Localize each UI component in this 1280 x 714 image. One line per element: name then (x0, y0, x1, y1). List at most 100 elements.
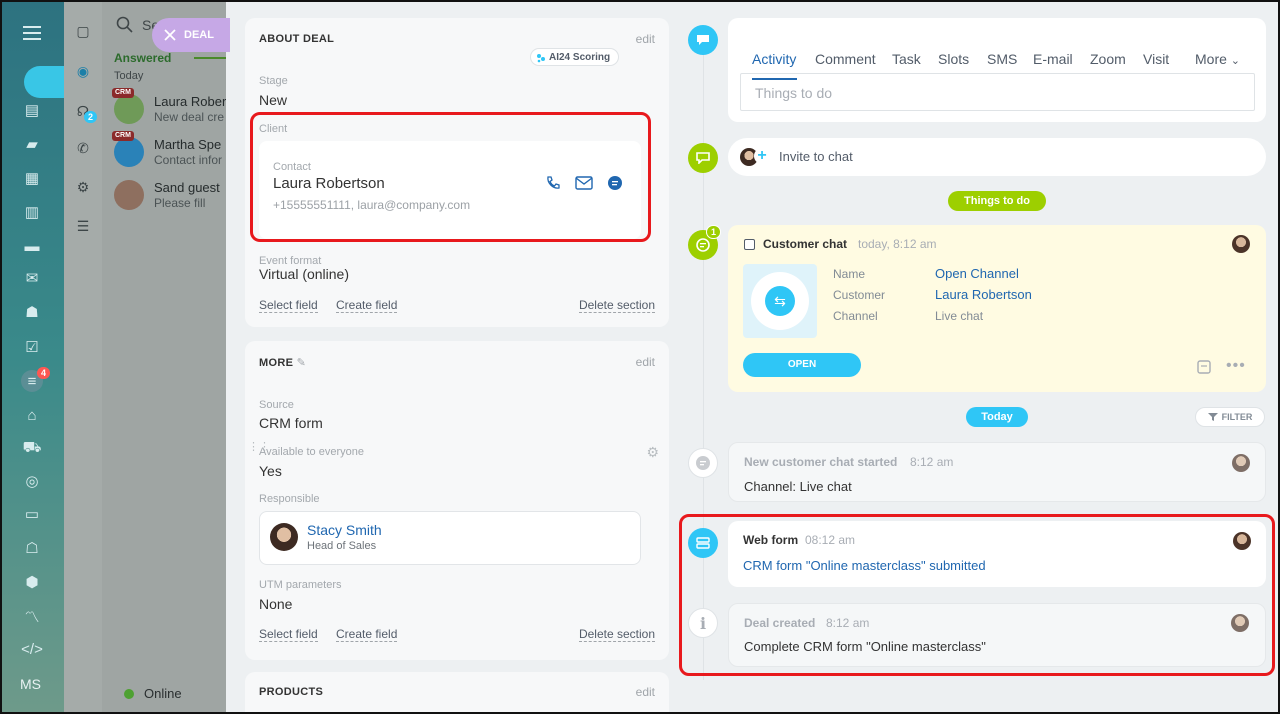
stage-value[interactable]: New (259, 92, 287, 108)
avatar (114, 180, 144, 210)
input-placeholder: Things to do (755, 85, 833, 101)
tab-task[interactable]: Task (892, 51, 921, 67)
customer-link[interactable]: Laura Robertson (935, 287, 1032, 302)
create-field-link[interactable]: Create field (336, 627, 398, 642)
tab-more-label: More (1195, 51, 1227, 67)
chat-started-event: New customer chat started 8:12 am Channe… (728, 442, 1266, 502)
more-section: MORE ✎ edit Source CRM form ⋮⋮ Available… (245, 341, 669, 660)
tab-email[interactable]: E-mail (1033, 51, 1073, 67)
feed-icon[interactable]: ▤ (21, 99, 43, 121)
tab-more[interactable]: More ⌄ (1195, 51, 1240, 67)
developer-icon[interactable]: </> (21, 638, 43, 660)
document-icon[interactable]: ▥ (21, 201, 43, 223)
avatar (114, 94, 144, 124)
chat-list-item[interactable]: CRM Martha Spe Contact infor (112, 131, 226, 175)
event-title: New customer chat started (744, 455, 898, 469)
delete-section-link[interactable]: Delete section (578, 627, 655, 642)
responsible-role: Head of Sales (307, 540, 377, 552)
chevron-down-icon: ⌄ (1230, 55, 1241, 67)
responsible-card[interactable]: Stacy Smith Head of Sales (259, 511, 641, 565)
products-section: PRODUCTS edit (245, 672, 669, 714)
pencil-icon[interactable]: ✎ (297, 357, 307, 369)
utm-value[interactable]: None (259, 596, 292, 612)
status-selector[interactable]: Online (124, 686, 182, 701)
field-label: UTM parameters (259, 579, 342, 591)
robot-icon[interactable]: ☖ (21, 537, 43, 559)
plus-icon: + (754, 148, 770, 164)
active-nav-indicator[interactable] (24, 66, 64, 98)
calendar-icon[interactable]: ▦ (21, 167, 43, 189)
crm-tag: CRM (112, 131, 134, 141)
user-initials[interactable]: MS (20, 676, 41, 692)
tab-comment[interactable]: Comment (815, 51, 876, 67)
edit-link[interactable]: edit (636, 355, 655, 369)
notifications-badge: 2 (84, 111, 98, 123)
crm-tag: CRM (112, 88, 134, 98)
settings-gear-icon[interactable]: ⚙ (74, 178, 92, 196)
responsible-name[interactable]: Stacy Smith (307, 522, 382, 538)
tab-visit[interactable]: Visit (1143, 51, 1169, 67)
more-options-icon[interactable]: ••• (1226, 357, 1246, 375)
open-lines-icon[interactable]: ◉ (74, 62, 92, 80)
search-icon[interactable] (116, 16, 134, 34)
select-field-link[interactable]: Select field (259, 298, 318, 313)
chat-name: Laura Rober (154, 94, 226, 109)
today-label: Today (114, 70, 144, 82)
customer-chat-card: Customer chat today, 8:12 am ⇆ Name Open… (728, 225, 1266, 392)
chat-name: Martha Spe (154, 137, 222, 152)
phone-icon[interactable]: ✆ (74, 139, 92, 157)
groups-icon[interactable]: ☗ (21, 301, 43, 323)
messages-icon[interactable]: ▢ (74, 22, 92, 40)
tab-sms[interactable]: SMS (987, 51, 1017, 67)
activity-icon (688, 25, 718, 55)
status-dot (124, 689, 134, 699)
invite-to-chat-row[interactable]: + Invite to chat (728, 138, 1266, 176)
box-icon[interactable]: ⬢ (21, 571, 43, 593)
complete-checkbox[interactable] (744, 239, 755, 250)
activity-editor: Activity Comment Task Slots SMS E-mail Z… (728, 18, 1266, 122)
ai-sparkle-icon (537, 54, 545, 63)
tab-zoom[interactable]: Zoom (1090, 51, 1126, 67)
channel-name-link[interactable]: Open Channel (935, 266, 1019, 281)
chat-preview: New deal cre (154, 110, 225, 124)
notes-icon[interactable]: ☰ (74, 217, 92, 235)
target-icon[interactable]: ◎ (21, 470, 43, 492)
section-title: MORE ✎ (259, 356, 306, 369)
field-label: Source (259, 399, 294, 411)
edit-link[interactable]: edit (636, 32, 655, 46)
note-icon[interactable] (1196, 359, 1212, 375)
tab-slots[interactable]: Slots (938, 51, 969, 67)
select-field-link[interactable]: Select field (259, 627, 318, 642)
chat-list: Se Answered Today CRM Laura Rober New de… (102, 0, 226, 714)
tab-activity[interactable]: Activity (752, 51, 796, 67)
field-label: Customer (833, 288, 886, 302)
source-value[interactable]: CRM form (259, 415, 323, 431)
invite-label: Invite to chat (779, 149, 853, 164)
field-label: Stage (259, 75, 288, 87)
create-field-link[interactable]: Create field (336, 298, 398, 313)
event-format-value[interactable]: Virtual (online) (259, 266, 349, 282)
things-to-do-input[interactable]: Things to do (740, 73, 1255, 111)
chat-list-item[interactable]: CRM Laura Rober New deal cre (112, 88, 226, 132)
avatar (1232, 454, 1250, 472)
marketing-icon[interactable]: 〽 (21, 605, 43, 627)
mail-icon[interactable]: ✉ (21, 267, 43, 289)
drive-icon[interactable]: ▬ (21, 235, 43, 257)
open-button[interactable]: OPEN (743, 353, 861, 377)
tasks-icon[interactable]: ☑ (21, 336, 43, 358)
deal-close-chip[interactable]: DEAL (152, 18, 230, 52)
id-card-icon[interactable]: ▭ (21, 503, 43, 525)
ai-scoring-badge[interactable]: AI24 Scoring (530, 48, 620, 66)
edit-link[interactable]: edit (636, 685, 655, 699)
filter-button[interactable]: FILTER (1195, 407, 1265, 427)
answered-tab[interactable]: Answered (114, 51, 171, 65)
chat-list-item[interactable]: Sand guest Please fill (112, 178, 226, 218)
company-icon[interactable]: ⌂ (21, 404, 43, 426)
chat-icon[interactable]: ▰ (21, 133, 43, 155)
available-value[interactable]: Yes (259, 463, 282, 479)
delete-section-link[interactable]: Delete section (578, 298, 655, 313)
menu-icon[interactable] (21, 22, 43, 44)
field-settings-gear-icon[interactable]: ⚙ (646, 444, 659, 461)
shop-icon[interactable]: ⛟ (21, 437, 43, 459)
highlight-client (250, 112, 651, 242)
